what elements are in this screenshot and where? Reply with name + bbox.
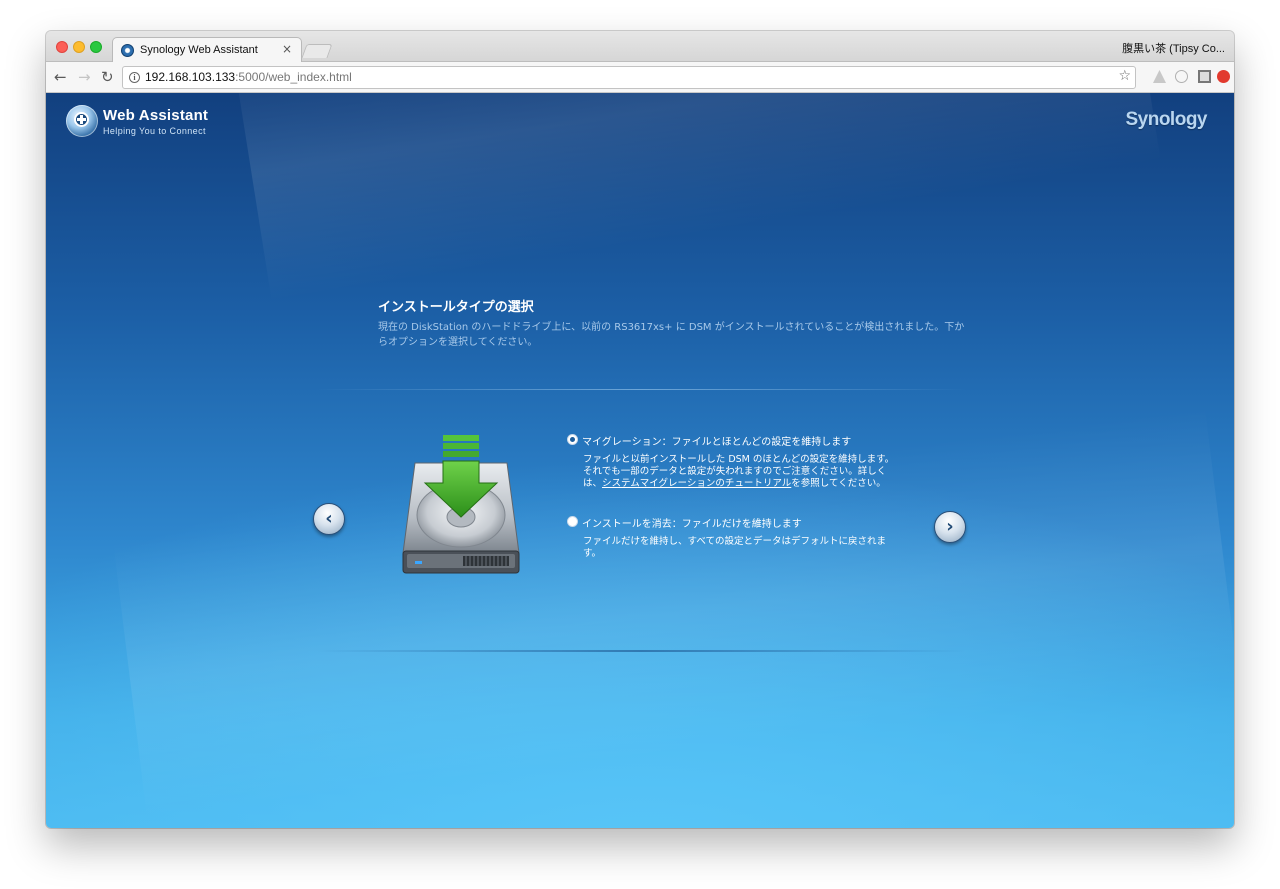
tab-bar: Synology Web Assistant × 腹黒い茶 (Tipsy Co.… bbox=[46, 31, 1234, 63]
url-text[interactable]: 192.168.103.133:5000/web_index.html bbox=[145, 70, 352, 84]
hard-drive-download-icon bbox=[402, 435, 520, 574]
clean-install-description: ファイルだけを維持し、すべての設定とデータはデフォルトに戻されます。 bbox=[583, 536, 886, 559]
migration-description: ファイルと以前インストールした DSM のほとんどの設定を維持します。それでも一… bbox=[583, 454, 895, 490]
migration-desc-text-end: を参照してください。 bbox=[791, 478, 886, 489]
page-description: 現在の DiskStation のハードドライブ上に、以前の RS3617xs+… bbox=[378, 322, 965, 348]
close-window-button[interactable] bbox=[56, 41, 68, 53]
divider bbox=[316, 650, 966, 652]
web-assistant-logo-icon bbox=[66, 105, 98, 137]
browser-tab[interactable]: Synology Web Assistant × bbox=[112, 37, 302, 63]
tab-title: Synology Web Assistant bbox=[140, 44, 258, 56]
background-light-ray bbox=[231, 93, 1161, 302]
screenshot-extension-icon[interactable] bbox=[1198, 70, 1211, 83]
page-title: インストールタイプの選択 bbox=[378, 300, 534, 315]
tab-close-icon[interactable]: × bbox=[282, 42, 292, 56]
synology-logo: Synology bbox=[1125, 109, 1207, 130]
migration-tutorial-link[interactable]: システムマイグレーションのチュートリアル bbox=[602, 478, 791, 489]
browser-toolbar: ← → ↻ i 192.168.103.133:5000/web_index.h… bbox=[46, 62, 1234, 93]
adblock-extension-icon[interactable] bbox=[1217, 70, 1230, 83]
migration-label[interactable]: マイグレーション：ファイルとほとんどの設定を維持します bbox=[582, 433, 851, 448]
reload-icon[interactable]: ↻ bbox=[101, 68, 114, 86]
bookmark-star-icon[interactable]: ☆ bbox=[1118, 68, 1131, 84]
divider bbox=[316, 389, 966, 390]
zoom-window-button[interactable] bbox=[90, 41, 102, 53]
url-host: 192.168.103.133 bbox=[145, 70, 236, 84]
minimize-window-button[interactable] bbox=[73, 41, 85, 53]
app-subtitle: Helping You to Connect bbox=[103, 126, 206, 136]
web-assistant-page: Web Assistant Helping You to Connect Syn… bbox=[46, 93, 1234, 828]
browser-window: Synology Web Assistant × 腹黒い茶 (Tipsy Co.… bbox=[46, 31, 1234, 828]
forward-arrow-icon[interactable]: → bbox=[78, 68, 91, 86]
app-title: Web Assistant bbox=[103, 107, 209, 124]
clean-install-radio[interactable] bbox=[567, 516, 578, 527]
drive-extension-icon[interactable] bbox=[1153, 70, 1166, 83]
profile-name[interactable]: 腹黒い茶 (Tipsy Co... bbox=[1122, 40, 1225, 56]
web-assistant-favicon-icon bbox=[121, 44, 134, 57]
url-path: :5000/web_index.html bbox=[235, 70, 352, 84]
migration-radio[interactable] bbox=[567, 434, 578, 445]
previous-button[interactable]: ‹ bbox=[313, 503, 345, 535]
next-button[interactable]: › bbox=[934, 511, 966, 543]
address-bar[interactable]: i 192.168.103.133:5000/web_index.html ☆ bbox=[122, 66, 1136, 89]
back-arrow-icon[interactable]: ← bbox=[54, 68, 67, 86]
site-info-icon[interactable]: i bbox=[129, 72, 140, 83]
info-extension-icon[interactable] bbox=[1175, 70, 1188, 83]
clean-install-label[interactable]: インストールを消去：ファイルだけを維持します bbox=[582, 515, 802, 530]
new-tab-button[interactable] bbox=[301, 44, 333, 58]
